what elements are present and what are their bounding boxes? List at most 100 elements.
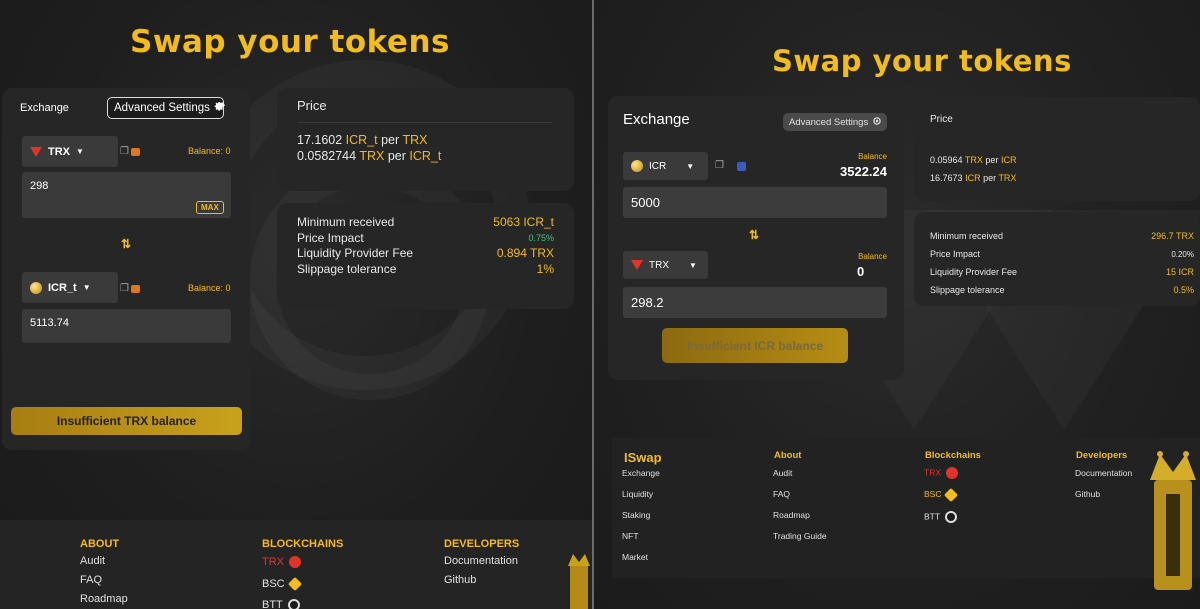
from-balance: Balance: 0 — [188, 146, 231, 156]
footer-link-audit[interactable]: Audit — [80, 555, 105, 567]
footer-link-trx[interactable]: TRX — [924, 467, 958, 479]
footer-heading-iswap: ISwap — [624, 450, 662, 465]
detail-value: 0.20% — [1171, 250, 1194, 259]
swap-action-button[interactable]: Insufficient ICR balance — [662, 328, 848, 363]
footer-link-nft[interactable]: NFT — [622, 531, 639, 541]
footer-link-trading-guide[interactable]: Trading Guide — [773, 531, 827, 541]
wallet-icon[interactable] — [737, 162, 746, 171]
advanced-settings-label: Advanced Settings — [789, 116, 869, 128]
footer-link-faq[interactable]: FAQ — [773, 489, 790, 499]
to-balance-value: 0 — [857, 264, 865, 279]
to-balance: Balance: 0 — [188, 283, 231, 293]
trx-icon — [289, 556, 301, 569]
footer-link-documentation[interactable]: Documentation — [444, 555, 518, 567]
chevron-down-icon: ▼ — [76, 147, 84, 156]
btt-icon — [287, 599, 300, 609]
price-per: per — [387, 149, 406, 163]
detail-value: 0.894 TRX — [496, 246, 554, 260]
price-line-2: 16.7673 ICR per TRX — [930, 173, 1016, 183]
from-token-name: TRX — [48, 145, 70, 158]
footer-link-btt[interactable]: BTT — [924, 511, 958, 523]
footer-link-btt[interactable]: BTT — [262, 599, 300, 609]
price-line-2: 0.0582744 TRX per ICR_t — [297, 149, 441, 163]
price-base-token: TRX — [964, 155, 983, 165]
to-balance-label: Balance — [858, 252, 887, 261]
copy-icon[interactable]: ❐ — [120, 146, 129, 157]
footer-link-faq[interactable]: FAQ — [80, 574, 102, 586]
trx-icon — [946, 467, 958, 479]
advanced-settings-button[interactable]: Advanced Settings — [783, 113, 887, 131]
icr-logo-icon — [30, 281, 42, 294]
metamask-icon[interactable] — [131, 148, 140, 156]
footer-link-roadmap[interactable]: Roadmap — [80, 593, 128, 605]
detail-label: Minimum received — [930, 231, 1004, 241]
detail-label: Liquidity Provider Fee — [297, 246, 414, 260]
footer-link-github[interactable]: Github — [444, 574, 476, 586]
price-quote-token: ICR_t — [409, 149, 442, 163]
footer-link-audit[interactable]: Audit — [773, 468, 792, 478]
crown-mascot-icon — [1150, 451, 1196, 590]
footer-heading-about: ABOUT — [80, 538, 120, 550]
swap-arrows-icon[interactable]: ⇅ — [749, 228, 759, 242]
advanced-settings-button[interactable]: Advanced Settings — [107, 97, 225, 119]
footer-heading-developers: Developers — [1076, 450, 1128, 461]
from-token-selector[interactable]: TRX ▼ — [22, 136, 118, 167]
btt-icon — [945, 511, 958, 523]
detail-label: Minimum received — [297, 215, 395, 229]
detail-value: 0.5% — [1173, 285, 1194, 295]
price-heading: Price — [930, 114, 953, 125]
from-balance-value: 3522.24 — [840, 164, 887, 179]
detail-value: 15 ICR — [1165, 267, 1194, 277]
price-quote-token: ICR — [1000, 155, 1017, 165]
icr-logo-icon — [631, 160, 643, 172]
from-token-selector[interactable]: ICR ▼ — [623, 152, 708, 180]
price-value: 16.7673 — [930, 173, 963, 183]
footer-link-liquidity[interactable]: Liquidity — [622, 489, 653, 499]
footer-link-documentation[interactable]: Documentation — [1075, 468, 1132, 478]
to-token-name: ICR_t — [48, 281, 77, 294]
detail-label: Slippage tolerance — [930, 285, 1005, 295]
trx-logo-icon — [30, 146, 42, 157]
footer-link-bsc[interactable]: BSC — [262, 577, 302, 592]
footer-link-market[interactable]: Market — [622, 552, 648, 562]
to-amount-input[interactable]: 298.2 — [623, 287, 887, 318]
price-quote-token: TRX — [998, 173, 1017, 183]
page-title: Swap your tokens — [130, 24, 450, 60]
to-amount-value: 5113.74 — [30, 317, 69, 329]
price-per: per — [381, 133, 400, 147]
footer-link-roadmap[interactable]: Roadmap — [773, 510, 810, 520]
footer-link-staking[interactable]: Staking — [622, 510, 650, 520]
price-heading: Price — [297, 98, 327, 113]
detail-value: 1% — [536, 262, 554, 276]
to-token-selector[interactable]: TRX ▼ — [623, 251, 708, 279]
metamask-icon[interactable] — [131, 285, 140, 293]
swap-action-button[interactable]: Insufficient TRX balance — [11, 407, 242, 435]
copy-icon[interactable]: ❐ — [120, 283, 129, 294]
bsc-label: BSC — [924, 489, 942, 499]
page-title: Swap your tokens — [772, 44, 1072, 78]
footer-link-trx[interactable]: TRX — [262, 556, 301, 569]
footer-heading-developers: DEVELOPERS — [444, 538, 520, 550]
footer-heading-about: About — [774, 450, 802, 461]
max-button[interactable]: MAX — [196, 201, 224, 214]
swap-arrows-icon[interactable]: ⇅ — [121, 237, 131, 251]
detail-value: 0.75% — [528, 233, 554, 243]
price-line-1: 0.05964 TRX per ICR — [930, 155, 1016, 165]
footer-link-bsc[interactable]: BSC — [924, 487, 959, 502]
footer-heading-blockchains: BLOCKCHAINS — [262, 538, 344, 550]
trx-logo-icon — [631, 260, 643, 270]
to-token-selector[interactable]: ICR_t ▼ — [22, 272, 118, 303]
footer-link-exchange[interactable]: Exchange — [622, 468, 660, 478]
price-divider — [297, 122, 552, 123]
crown-mascot-icon — [568, 554, 590, 609]
detail-label: Slippage tolerance — [297, 262, 397, 276]
to-amount-input[interactable]: 5113.74 — [22, 309, 231, 343]
chevron-down-icon: ▼ — [82, 283, 91, 292]
copy-icon[interactable]: ❐ — [715, 160, 724, 171]
bsc-icon — [944, 487, 959, 502]
to-amount-value: 298.2 — [631, 295, 664, 310]
from-amount-input[interactable]: 5000 — [623, 187, 887, 218]
to-token-name: TRX — [649, 259, 669, 271]
price-quote-token: TRX — [402, 133, 428, 147]
footer-link-github[interactable]: Github — [1075, 489, 1100, 499]
